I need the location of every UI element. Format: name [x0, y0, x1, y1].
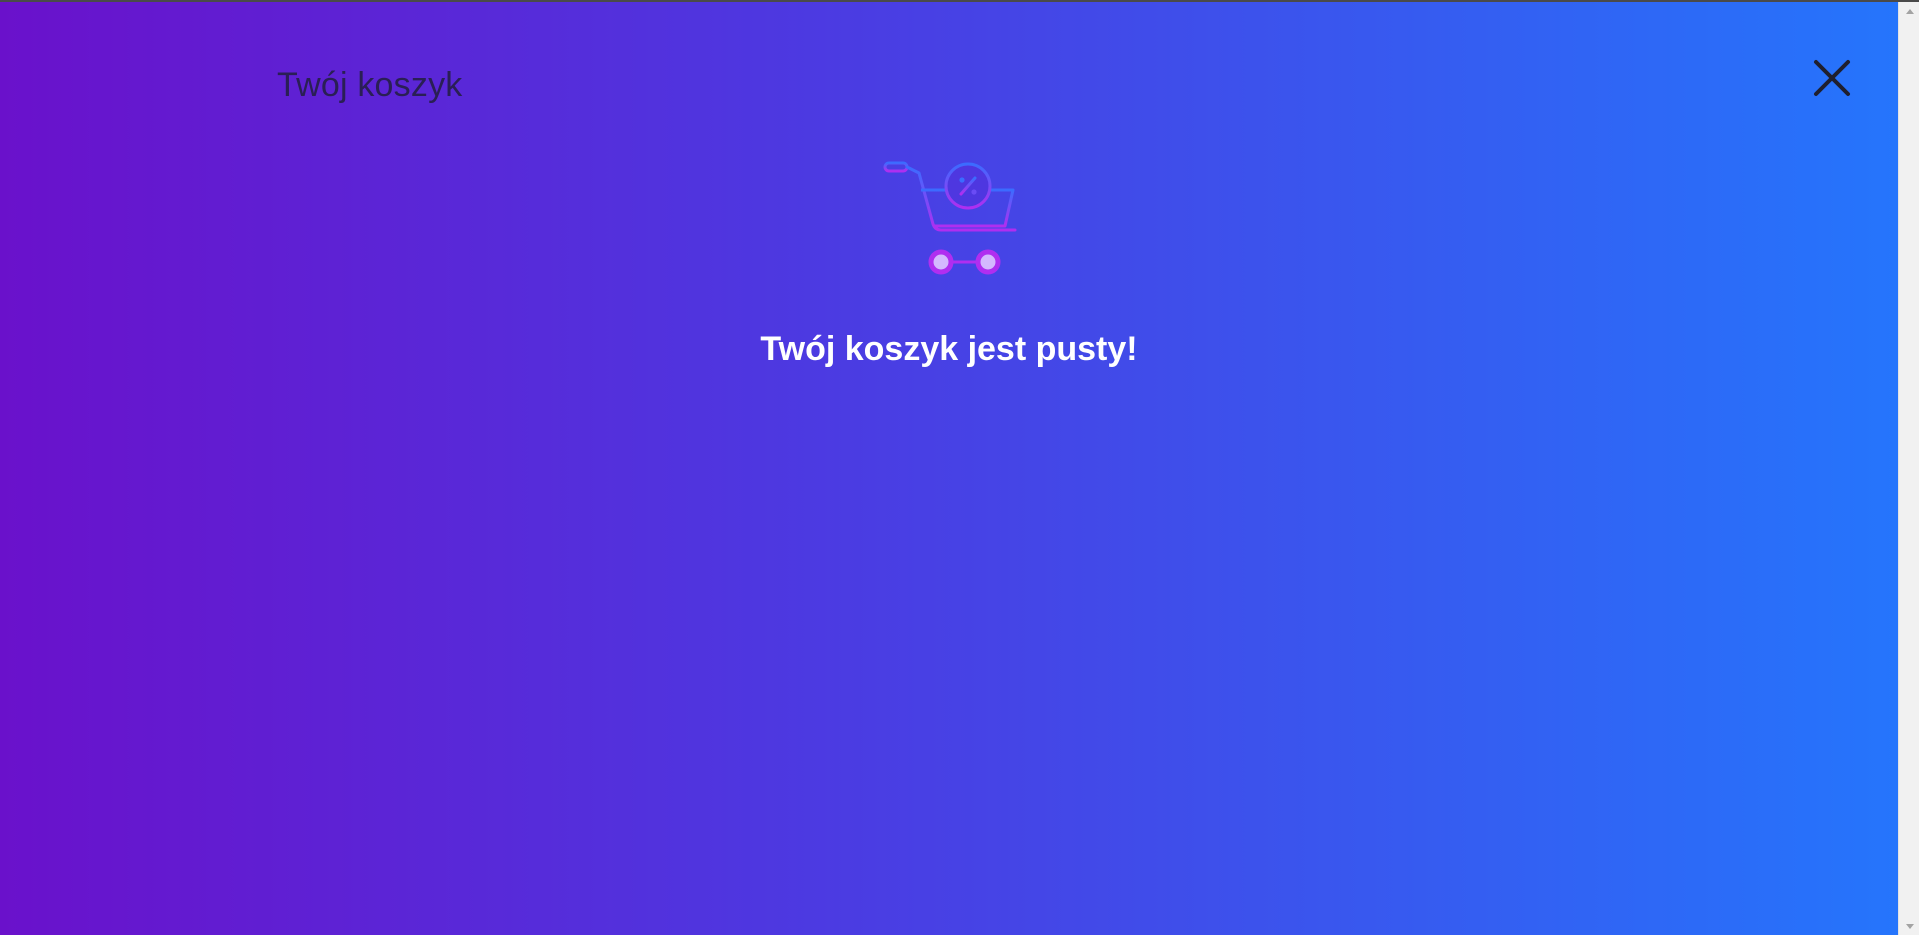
cart-title: Twój koszyk	[277, 66, 463, 104]
chevron-up-icon	[1905, 8, 1914, 14]
close-button[interactable]	[1806, 52, 1858, 104]
empty-cart-message: Twój koszyk jest pusty!	[760, 330, 1138, 368]
shopping-cart-discount-icon	[883, 161, 1017, 275]
cart-panel: Twój koszyk Twój koszyk jest pusty!	[0, 2, 1898, 935]
chevron-down-icon	[1905, 923, 1914, 929]
scroll-down-button[interactable]	[1899, 918, 1919, 935]
vertical-scrollbar[interactable]	[1898, 2, 1919, 935]
close-icon	[1814, 60, 1850, 96]
scroll-up-button[interactable]	[1899, 2, 1919, 19]
